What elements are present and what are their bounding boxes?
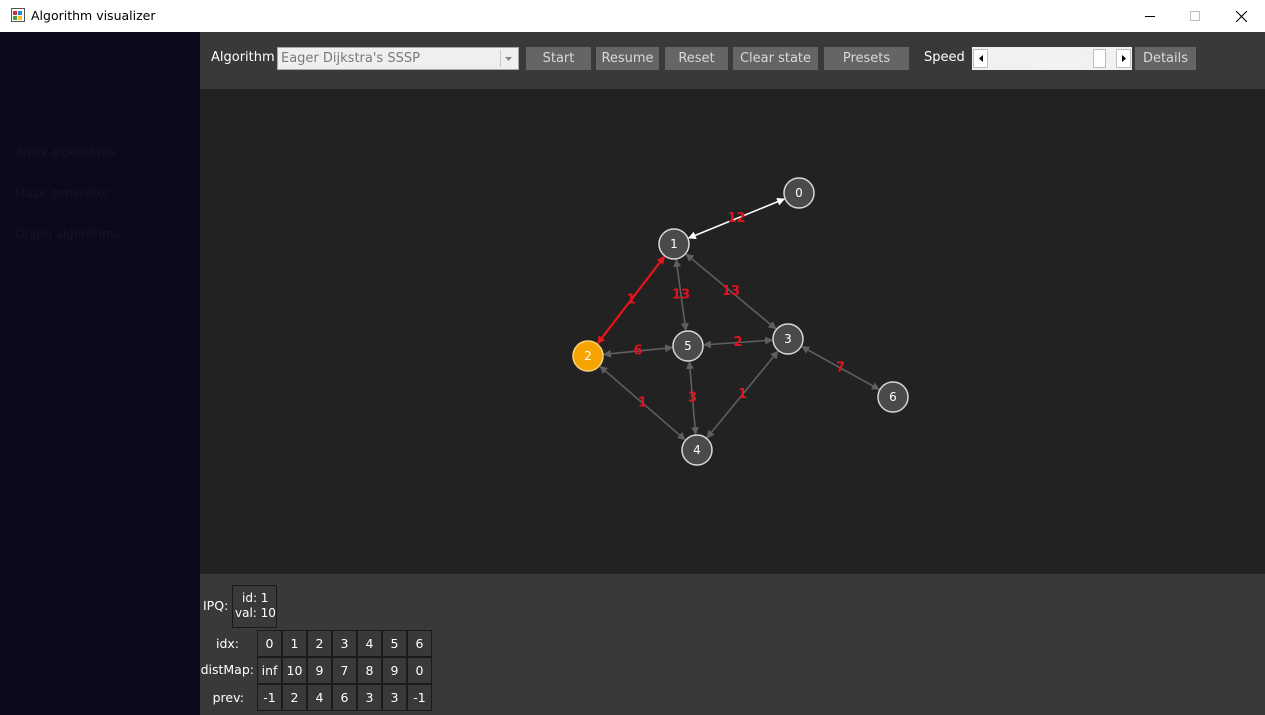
reset-button[interactable]: Reset — [665, 47, 728, 70]
chevron-down-icon[interactable] — [500, 50, 516, 67]
speed-slider[interactable] — [972, 47, 1132, 70]
edge-weight-label: 6 — [633, 344, 642, 359]
graph-node-label: 2 — [584, 349, 592, 363]
window-title: Algorithm visualizer — [31, 8, 156, 23]
prev-label: prev: — [212, 690, 244, 705]
title-bar: Algorithm visualizer — [0, 0, 1265, 32]
distmap-cell: 9 — [307, 657, 332, 684]
graph-canvas[interactable]: 12 1 13 13 6 2 7 1 3 1 0 1 2 3 4 5 6 — [200, 89, 1265, 574]
ipq-id: id: 1 — [242, 591, 269, 605]
algorithm-select-value: Eager Dijkstra's SSSP — [281, 51, 420, 66]
distmap-cell: 9 — [382, 657, 407, 684]
ipq-val: val: 10 — [235, 606, 276, 620]
prev-cell: 6 — [332, 684, 357, 711]
sidebar: Array algorithms Maze generator Graph al… — [0, 32, 200, 715]
speed-thumb[interactable] — [1092, 49, 1106, 68]
distmap-cell: 0 — [407, 657, 432, 684]
edge-weight-label: 1 — [738, 387, 747, 402]
edge-weight-label: 12 — [727, 211, 745, 226]
algorithm-select[interactable]: Eager Dijkstra's SSSP — [277, 47, 519, 70]
minimize-icon — [1145, 16, 1155, 17]
close-button[interactable] — [1218, 0, 1264, 32]
idx-cell: 5 — [382, 630, 407, 657]
algorithm-label: Algorithm — [211, 50, 275, 65]
scroll-left-icon[interactable] — [973, 49, 988, 68]
prev-cell: -1 — [257, 684, 282, 711]
idx-cell: 0 — [257, 630, 282, 657]
ipq-label: IPQ: — [203, 598, 229, 613]
scroll-right-icon[interactable] — [1116, 49, 1131, 68]
graph-node-5[interactable]: 5 — [672, 330, 704, 362]
graph-node-label: 1 — [670, 237, 678, 251]
prev-cell: 4 — [307, 684, 332, 711]
prev-cell: 3 — [382, 684, 407, 711]
idx-cell: 3 — [332, 630, 357, 657]
presets-button[interactable]: Presets — [824, 47, 909, 70]
idx-cell: 4 — [357, 630, 382, 657]
graph-node-4[interactable]: 4 — [681, 434, 713, 466]
edge-weight-label: 7 — [836, 361, 845, 376]
maximize-icon — [1190, 11, 1200, 21]
graph-node-6[interactable]: 6 — [877, 381, 909, 413]
sidebar-item-graph-algorithms[interactable]: Graph algorithms — [15, 227, 120, 241]
edge-weight-label: 1 — [638, 396, 647, 411]
prev-cell: -1 — [407, 684, 432, 711]
graph-node-0[interactable]: 0 — [783, 177, 815, 209]
distmap-cell: 10 — [282, 657, 307, 684]
graph-node-label: 4 — [693, 443, 701, 457]
edge-weight-label: 13 — [672, 288, 690, 303]
sidebar-item-maze-generator[interactable]: Maze generator — [15, 186, 109, 200]
details-button[interactable]: Details — [1135, 47, 1196, 70]
ipq-entry: id: 1 val: 10 — [232, 585, 277, 628]
graph-node-label: 3 — [784, 332, 792, 346]
graph-node-label: 6 — [889, 390, 897, 404]
minimize-button[interactable] — [1127, 0, 1173, 32]
graph-node-3[interactable]: 3 — [772, 323, 804, 355]
resume-button[interactable]: Resume — [596, 47, 659, 70]
distmap-cell: inf — [257, 657, 282, 684]
sidebar-item-array-algorithms[interactable]: Array algorithms — [15, 145, 115, 159]
graph-node-label: 5 — [684, 339, 692, 353]
close-icon — [1235, 10, 1247, 22]
distmap-cell: 8 — [357, 657, 382, 684]
prev-cell: 2 — [282, 684, 307, 711]
edge-weight-label: 1 — [626, 293, 635, 308]
start-button[interactable]: Start — [526, 47, 591, 70]
graph-node-label: 0 — [795, 186, 803, 200]
idx-cell: 6 — [407, 630, 432, 657]
idx-label: idx: — [215, 636, 239, 651]
app-icon — [11, 8, 25, 22]
prev-cell: 3 — [357, 684, 382, 711]
speed-label: Speed — [924, 50, 965, 65]
graph-node-1[interactable]: 1 — [658, 228, 690, 260]
edge-weight-label: 2 — [733, 335, 742, 350]
distmap-cell: 7 — [332, 657, 357, 684]
edge-weight-label: 3 — [688, 391, 697, 406]
distmap-label: distMap: — [200, 662, 254, 677]
idx-cell: 2 — [307, 630, 332, 657]
graph-svg: 121 13 136271 3 10123456 — [572, 177, 909, 466]
maximize-button[interactable] — [1172, 0, 1218, 32]
idx-cell: 1 — [282, 630, 307, 657]
edge-weight-label: 13 — [722, 284, 740, 299]
clear-state-button[interactable]: Clear state — [733, 47, 818, 70]
graph-node-2[interactable]: 2 — [572, 340, 604, 372]
